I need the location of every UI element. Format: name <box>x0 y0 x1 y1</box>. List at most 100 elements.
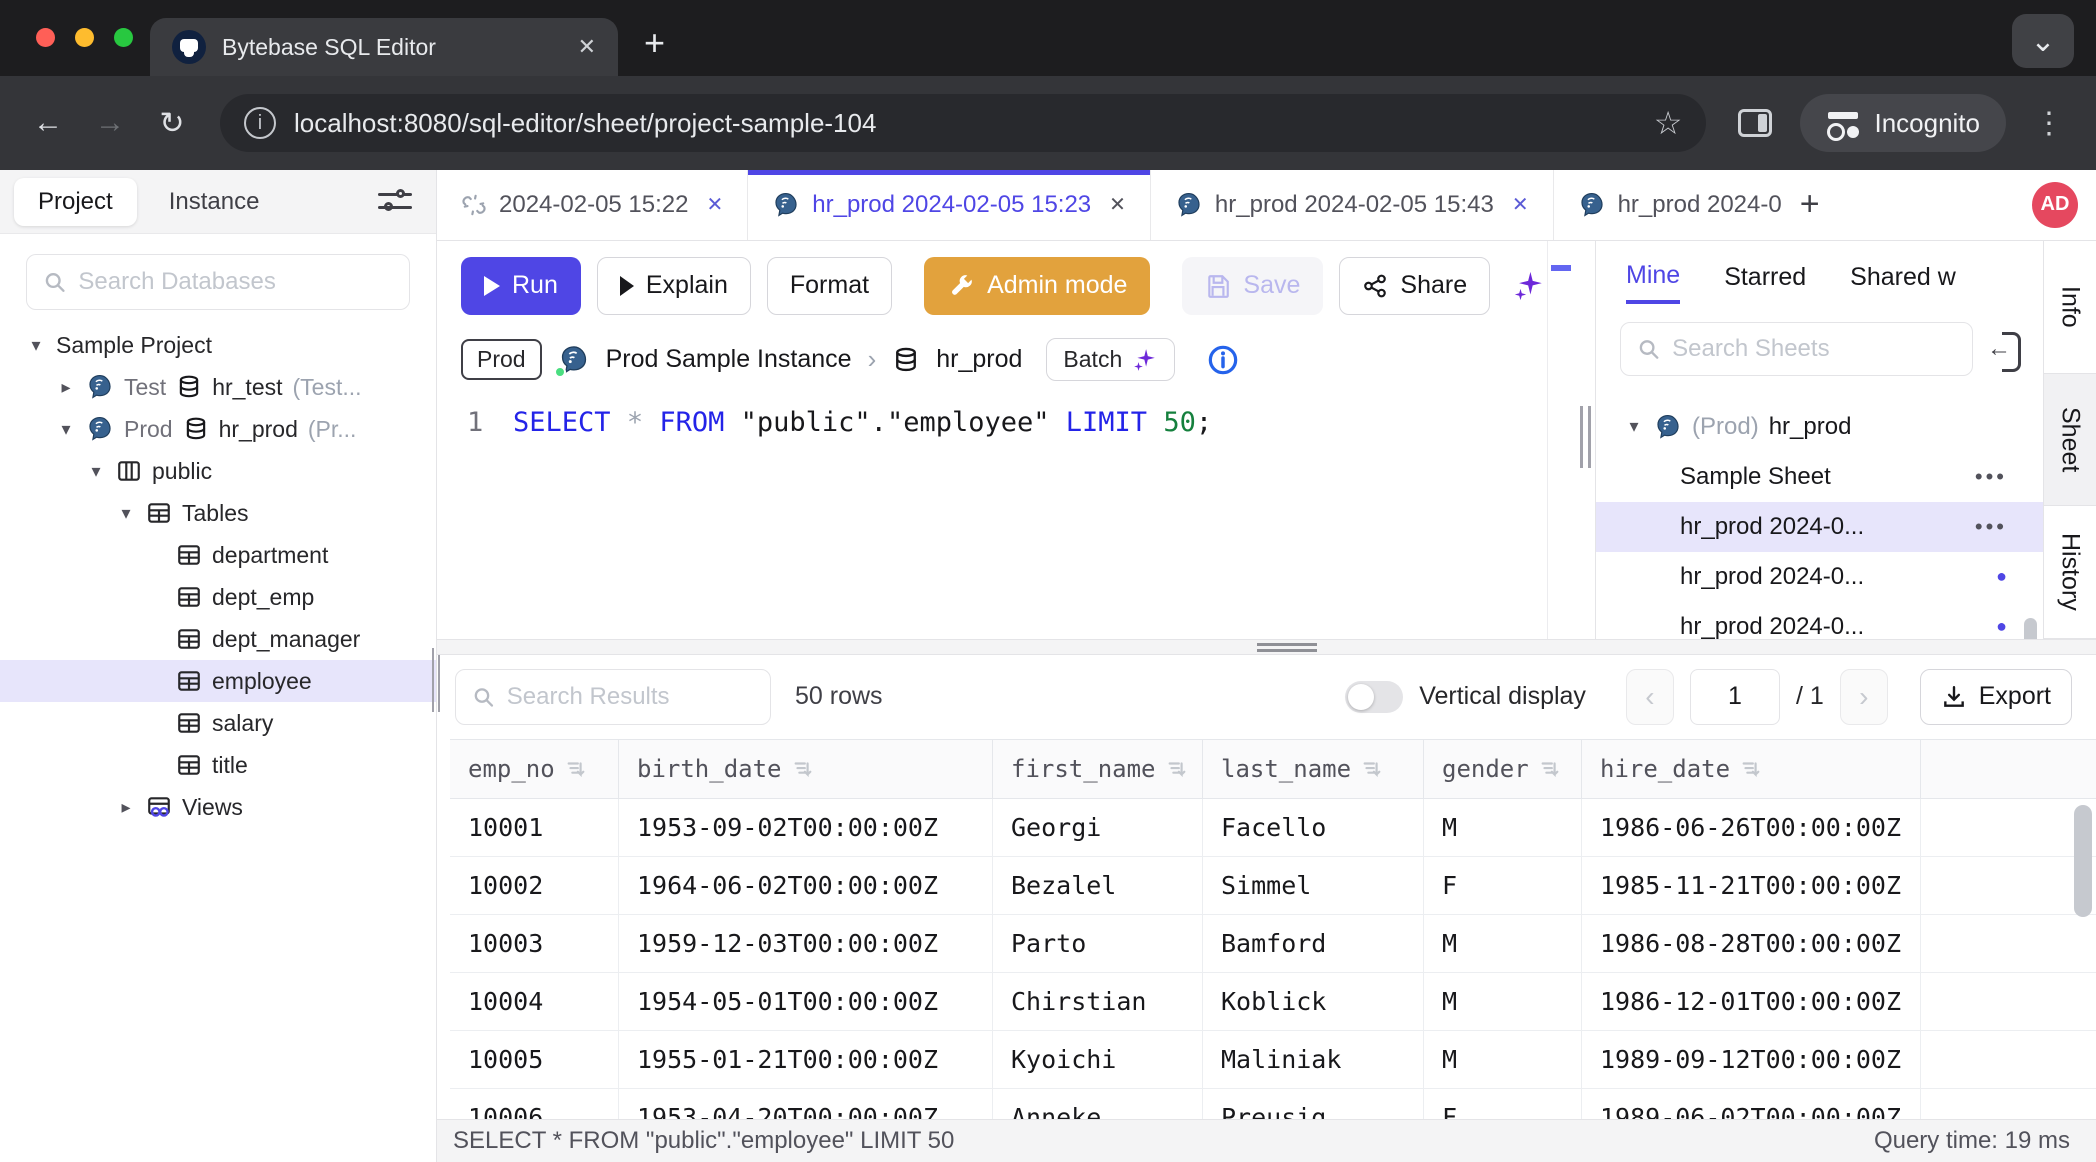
cell-gender[interactable]: M <box>1424 973 1582 1030</box>
table-row-clipped[interactable]: 10006 1953-04-20T00:00:00Z Anneke Preusi… <box>450 1089 2096 1119</box>
ai-assistant-icon[interactable] <box>1512 269 1546 303</box>
share-button[interactable]: Share <box>1339 257 1490 315</box>
tree-item-hr-prod[interactable]: ▾ Prod hr_prod (Pr... <box>0 408 436 450</box>
cell-birth-date[interactable]: 1959-12-03T00:00:00Z <box>619 915 993 972</box>
cell-birth-date[interactable]: 1955-01-21T00:00:00Z <box>619 1031 993 1088</box>
caret-down-icon[interactable]: ▾ <box>56 419 76 440</box>
caret-down-icon[interactable]: ▾ <box>116 503 136 524</box>
cell-last-name[interactable]: Simmel <box>1203 857 1424 914</box>
table-row[interactable]: 10004 1954-05-01T00:00:00Z Chirstian Kob… <box>450 973 2096 1031</box>
tab-info[interactable]: Info <box>2044 241 2096 374</box>
sheet-list-item-clipped[interactable]: hr_prod 2024-0... <box>1596 390 2043 402</box>
tree-item-views-group[interactable]: ▸ Views <box>0 786 436 828</box>
caret-down-icon[interactable]: ▾ <box>86 461 106 482</box>
browser-tab-close-icon[interactable]: ✕ <box>578 34 596 60</box>
save-button[interactable]: Save <box>1182 257 1323 315</box>
table-row[interactable]: 10002 1964-06-02T00:00:00Z Bezalel Simme… <box>450 857 2096 915</box>
cell-gender[interactable]: M <box>1424 915 1582 972</box>
sheet-list-scrollbar[interactable] <box>2024 618 2037 639</box>
site-info-icon[interactable]: i <box>244 107 276 139</box>
sheet-search[interactable] <box>1620 322 1973 376</box>
caret-down-icon[interactable]: ▾ <box>1624 416 1644 437</box>
tab-project[interactable]: Project <box>14 178 137 226</box>
filter-settings-icon[interactable] <box>378 188 412 216</box>
tab-history[interactable]: History <box>2044 506 2096 639</box>
tree-item-project[interactable]: ▾ Sample Project <box>0 324 436 366</box>
cell-birth-date[interactable]: 1953-09-02T00:00:00Z <box>619 799 993 856</box>
cell-first-name[interactable]: Georgi <box>993 799 1203 856</box>
cell-gender[interactable]: M <box>1424 799 1582 856</box>
editor-scrollbar[interactable] <box>1547 241 1575 639</box>
tab-instance[interactable]: Instance <box>145 178 284 226</box>
cell-emp-no[interactable]: 10002 <box>450 857 619 914</box>
cell-birth-date[interactable]: 1964-06-02T00:00:00Z <box>619 857 993 914</box>
sheet-group-hr-prod[interactable]: ▾ (Prod) hr_prod <box>1596 402 2043 452</box>
next-page-button[interactable]: › <box>1840 669 1888 725</box>
sheet-tab-1[interactable]: 2024-02-05 15:22 ✕ <box>437 170 748 240</box>
prev-page-button[interactable]: ‹ <box>1626 669 1674 725</box>
sheet-list-item[interactable]: Sample Sheet ••• <box>1596 452 2043 502</box>
sort-icon[interactable] <box>1166 758 1188 780</box>
sheet-list-item[interactable]: hr_prod 2024-0... ● <box>1596 602 2043 639</box>
run-button[interactable]: Run <box>461 257 581 315</box>
tab-mine[interactable]: Mine <box>1626 261 1680 304</box>
explain-button[interactable]: Explain <box>597 257 751 315</box>
table-row[interactable]: 10003 1959-12-03T00:00:00Z Parto Bamford… <box>450 915 2096 973</box>
results-scrollbar[interactable] <box>2074 805 2092 917</box>
sort-icon[interactable] <box>1539 758 1561 780</box>
bookmark-star-icon[interactable]: ☆ <box>1654 104 1683 142</box>
tree-item-hr-test[interactable]: ▸ Test hr_test (Test... <box>0 366 436 408</box>
tab-starred[interactable]: Starred <box>1724 263 1806 302</box>
cell-gender[interactable]: F <box>1424 857 1582 914</box>
database-search-input[interactable] <box>78 268 393 296</box>
tab-search-chevron-button[interactable]: ⌄ <box>2012 14 2074 68</box>
caret-right-icon[interactable]: ▸ <box>116 797 136 818</box>
close-tab-icon[interactable]: ✕ <box>707 192 724 217</box>
reload-button[interactable]: ↻ <box>146 97 198 149</box>
cell-emp-no[interactable]: 10004 <box>450 973 619 1030</box>
database-search[interactable] <box>26 254 410 310</box>
cell-emp-no[interactable]: 10003 <box>450 915 619 972</box>
environment-chip[interactable]: Prod <box>461 339 542 380</box>
sheet-list-item[interactable]: hr_prod 2024-0... ● <box>1596 552 2043 602</box>
column-header-gender[interactable]: gender <box>1424 740 1582 798</box>
batch-button[interactable]: Batch <box>1046 338 1175 381</box>
caret-down-icon[interactable]: ▾ <box>26 335 46 356</box>
tab-sheet[interactable]: Sheet <box>2044 374 2096 507</box>
column-header-emp-no[interactable]: emp_no <box>450 740 619 798</box>
sheet-tab-4[interactable]: hr_prod 2024-0 <box>1554 170 1782 240</box>
sql-editor[interactable]: 1 SELECT * FROM "public"."employee" LIMI… <box>437 393 1547 639</box>
cell-last-name[interactable]: Maliniak <box>1203 1031 1424 1088</box>
database-name[interactable]: hr_prod <box>936 345 1022 374</box>
sheet-tab-2-active[interactable]: hr_prod 2024-02-05 15:23 ✕ <box>748 170 1151 240</box>
info-icon[interactable] <box>1207 344 1239 376</box>
tree-item-employee[interactable]: employee <box>0 660 436 702</box>
cell-hire-date[interactable]: 1986-06-26T00:00:00Z <box>1582 799 1921 856</box>
format-button[interactable]: Format <box>767 257 892 315</box>
cell-birth-date[interactable]: 1953-04-20T00:00:00Z <box>619 1089 993 1119</box>
cell-first-name[interactable]: Bezalel <box>993 857 1203 914</box>
cell-emp-no[interactable]: 10005 <box>450 1031 619 1088</box>
window-minimize-button[interactable] <box>75 28 94 47</box>
more-menu-icon[interactable]: ••• <box>1975 514 2007 540</box>
cell-first-name[interactable]: Anneke <box>993 1089 1203 1119</box>
tree-item-salary[interactable]: salary <box>0 702 436 744</box>
cell-first-name[interactable]: Parto <box>993 915 1203 972</box>
admin-mode-button[interactable]: Admin mode <box>924 257 1150 315</box>
cell-first-name[interactable]: Chirstian <box>993 973 1203 1030</box>
sql-code-line[interactable]: SELECT * FROM "public"."employee" LIMIT … <box>513 407 1212 639</box>
sheet-tab-3[interactable]: hr_prod 2024-02-05 15:43 ✕ <box>1151 170 1554 240</box>
cell-last-name[interactable]: Facello <box>1203 799 1424 856</box>
close-tab-icon[interactable]: ✕ <box>1109 192 1126 217</box>
sheet-list-item-selected[interactable]: hr_prod 2024-0... ••• <box>1596 502 2043 552</box>
user-avatar[interactable]: AD <box>2032 182 2078 228</box>
sort-icon[interactable] <box>792 758 814 780</box>
page-number-input[interactable] <box>1690 669 1780 725</box>
cell-emp-no[interactable]: 10001 <box>450 799 619 856</box>
cell-gender[interactable]: M <box>1424 1031 1582 1088</box>
forward-button[interactable]: → <box>84 97 136 149</box>
url-text[interactable]: localhost:8080/sql-editor/sheet/project-… <box>294 108 1636 139</box>
sort-icon[interactable] <box>565 758 587 780</box>
sidebar-resize-handle[interactable] <box>432 648 440 712</box>
horizontal-divider[interactable] <box>437 639 2096 655</box>
